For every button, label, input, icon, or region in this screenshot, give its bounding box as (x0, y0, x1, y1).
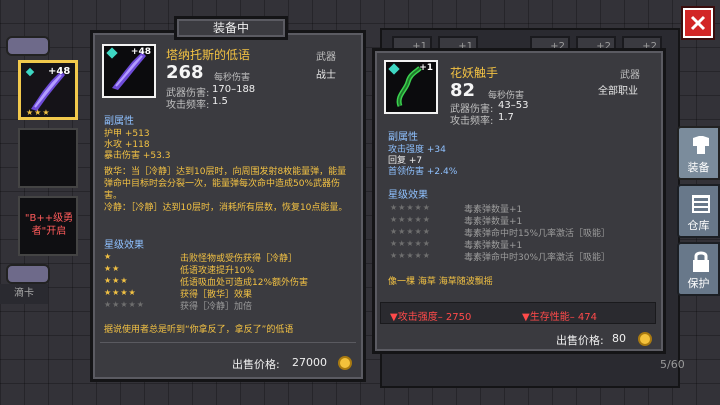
star-effect: 获得［冷静］加倍 (180, 302, 253, 312)
item-description: 散华：当［冷静］达到10层时，向周围发射8枚能量弹，能量弹命中目标时会分裂一次，… (104, 167, 348, 213)
weapon-damage-value: 170–188 (212, 84, 256, 95)
item-plus: +1 (419, 63, 433, 73)
sub-attr: 暴击伤害 +53.3 (104, 151, 171, 161)
star-rating: ★ (104, 252, 113, 261)
locked-slot-text: "B++级勇者"开启 (24, 213, 74, 237)
protect-label: 保护 (687, 277, 710, 290)
weapon-damage-value: 43–53 (498, 100, 529, 111)
page-count: 5/60 (660, 358, 685, 371)
card-header: 装备中 (174, 16, 288, 40)
equip-label: 装备 (687, 161, 710, 174)
star-rating: ★★★ (104, 276, 129, 285)
sell-label: 出售价格: (232, 358, 280, 371)
star-rating: ★★★★ (104, 288, 137, 297)
star-rating: ★★★★★ (390, 203, 431, 212)
star-title: 星级效果 (388, 190, 428, 201)
star-rating: ★★★★★ (390, 239, 431, 248)
attack-rate-label: 攻击频率: (166, 100, 210, 111)
item-quote: 像一棵 海草 海草随波飘摇 (388, 277, 493, 287)
protect-button[interactable]: 保护 (677, 242, 720, 296)
attack-rate-value: 1.5 (212, 96, 228, 107)
sub-attr-title: 副属性 (388, 132, 418, 143)
item-icon: +1 (384, 60, 438, 114)
star-rating: ★★★★★ (104, 300, 145, 309)
sub-attr: 首领伤害 +2.4% (388, 167, 458, 177)
star-rating: ★★★★★ (390, 227, 431, 236)
coin-icon (638, 332, 652, 346)
item-icon: +48 (102, 44, 156, 98)
coin-icon (338, 356, 352, 370)
warehouse-button[interactable]: 仓库 (677, 184, 720, 238)
star-rating: ★★★★★ (390, 215, 431, 224)
warehouse-label: 仓库 (687, 219, 710, 232)
item-name: 花妖触手 (450, 66, 499, 80)
equipped-stars: ★★★ (26, 108, 51, 117)
dps-value: 82 (450, 80, 476, 101)
star-rating: ★★★★★ (390, 251, 431, 260)
item-class: 全部职业 (598, 86, 638, 97)
left-tab-top[interactable] (6, 36, 50, 56)
divider (100, 342, 356, 343)
left-footer: 滴卡 (0, 284, 48, 304)
dps-value: 268 (166, 62, 204, 83)
equipped-plus: +48 (48, 66, 71, 77)
item-class: 战士 (316, 70, 336, 81)
sell-price: 80 (612, 332, 626, 345)
armor-icon (693, 136, 709, 154)
warehouse-icon (692, 195, 710, 213)
sub-attr-title: 副属性 (104, 116, 134, 127)
item-plus: +48 (130, 47, 151, 57)
star-title: 星级效果 (104, 240, 144, 251)
close-icon (690, 15, 706, 31)
close-button[interactable] (683, 8, 713, 38)
dps-label: 每秒伤害 (214, 73, 251, 83)
sell-price: 27000 (292, 356, 327, 369)
star-rating: ★★ (104, 264, 121, 273)
left-tab-bottom[interactable] (6, 264, 50, 284)
item-name: 塔纳托斯的低语 (166, 48, 251, 62)
equip-button[interactable]: 装备 (677, 126, 720, 180)
empty-slot[interactable] (18, 128, 78, 188)
compare-attack: ▼攻击强度– 2750 (390, 312, 472, 323)
attack-rate-label: 攻击频率: (450, 116, 494, 127)
sell-label: 出售价格: (556, 334, 604, 347)
compare-survival: ▼生存性能– 474 (522, 312, 597, 323)
star-effect: 毒素弹命中时30%几率激活［吸能］ (464, 253, 611, 263)
item-quote: 据说使用者总是听到“你拿反了，拿反了”的低语 (104, 325, 294, 335)
item-type: 武器 (316, 52, 336, 63)
lock-icon (693, 251, 709, 272)
attack-rate-value: 1.7 (498, 112, 514, 123)
item-type: 武器 (620, 70, 640, 81)
